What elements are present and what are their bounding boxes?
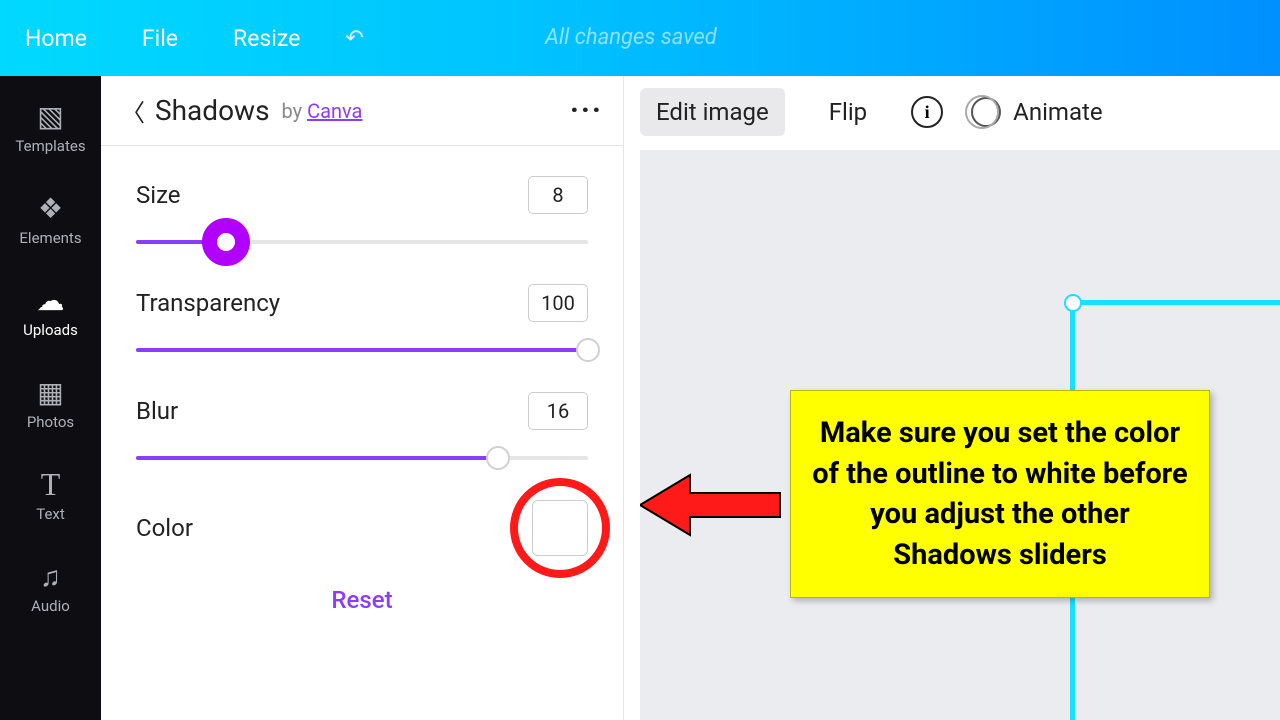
color-label: Color xyxy=(136,514,193,542)
shadows-panel: 〈 Shadows by Canva ··· Size Transparency xyxy=(101,76,624,720)
nav-text[interactable]: T Text xyxy=(0,464,101,528)
by-label: by Canva xyxy=(282,99,363,123)
brand-link[interactable]: Canva xyxy=(307,99,362,123)
transparency-slider[interactable] xyxy=(136,330,588,370)
edit-image-button[interactable]: Edit image xyxy=(640,88,785,136)
nav-elements[interactable]: ❖ Elements xyxy=(0,188,101,252)
size-slider[interactable] xyxy=(136,222,588,262)
left-nav-rail: ▧ Templates ❖ Elements ☁ Uploads ▦ Photo… xyxy=(0,76,101,720)
blur-label: Blur xyxy=(136,397,178,425)
instruction-callout: Make sure you set the color of the outli… xyxy=(790,390,1210,598)
back-chevron-icon[interactable]: 〈 xyxy=(121,93,145,128)
menu-resize[interactable]: Resize xyxy=(233,25,300,52)
blur-input[interactable] xyxy=(528,392,588,430)
resize-handle-icon[interactable] xyxy=(1064,294,1082,312)
transparency-input[interactable] xyxy=(528,284,588,322)
annotation-arrow-icon xyxy=(640,465,790,545)
nav-templates[interactable]: ▧ Templates xyxy=(0,96,101,160)
canvas-toolbar: Edit image Flip i Animate xyxy=(640,83,1103,141)
reset-button[interactable]: Reset xyxy=(136,586,588,614)
save-status: All changes saved xyxy=(545,25,717,50)
text-icon: T xyxy=(41,469,61,499)
uploads-icon: ☁ xyxy=(37,285,65,315)
nav-photos[interactable]: ▦ Photos xyxy=(0,372,101,436)
photos-icon: ▦ xyxy=(37,377,63,407)
nav-uploads[interactable]: ☁ Uploads xyxy=(0,280,101,344)
undo-icon[interactable]: ↶ xyxy=(345,26,363,51)
flip-button[interactable]: Flip xyxy=(813,88,883,136)
transparency-label: Transparency xyxy=(136,289,280,317)
size-slider-thumb[interactable] xyxy=(202,218,250,266)
templates-icon: ▧ xyxy=(37,101,63,131)
callout-text: Make sure you set the color of the outli… xyxy=(809,413,1191,575)
blur-slider-thumb[interactable] xyxy=(486,446,510,470)
color-swatch-button[interactable] xyxy=(532,500,588,556)
menu-file[interactable]: File xyxy=(142,25,178,52)
transparency-slider-thumb[interactable] xyxy=(576,338,600,362)
info-icon[interactable]: i xyxy=(911,96,943,128)
size-label: Size xyxy=(136,181,181,209)
animate-icon xyxy=(971,97,1001,127)
size-input[interactable] xyxy=(528,176,588,214)
canvas-area[interactable]: Make sure you set the color of the outli… xyxy=(640,150,1280,720)
more-options-icon[interactable]: ··· xyxy=(570,93,603,128)
blur-slider[interactable] xyxy=(136,438,588,478)
top-menu-bar: Home File Resize ↶ All changes saved xyxy=(0,0,1280,76)
menu-home[interactable]: Home xyxy=(25,25,87,52)
elements-icon: ❖ xyxy=(38,193,63,223)
nav-audio[interactable]: ♫ Audio xyxy=(0,556,101,620)
audio-icon: ♫ xyxy=(40,561,61,591)
animate-button[interactable]: Animate xyxy=(971,97,1102,127)
panel-title: Shadows xyxy=(155,94,270,127)
